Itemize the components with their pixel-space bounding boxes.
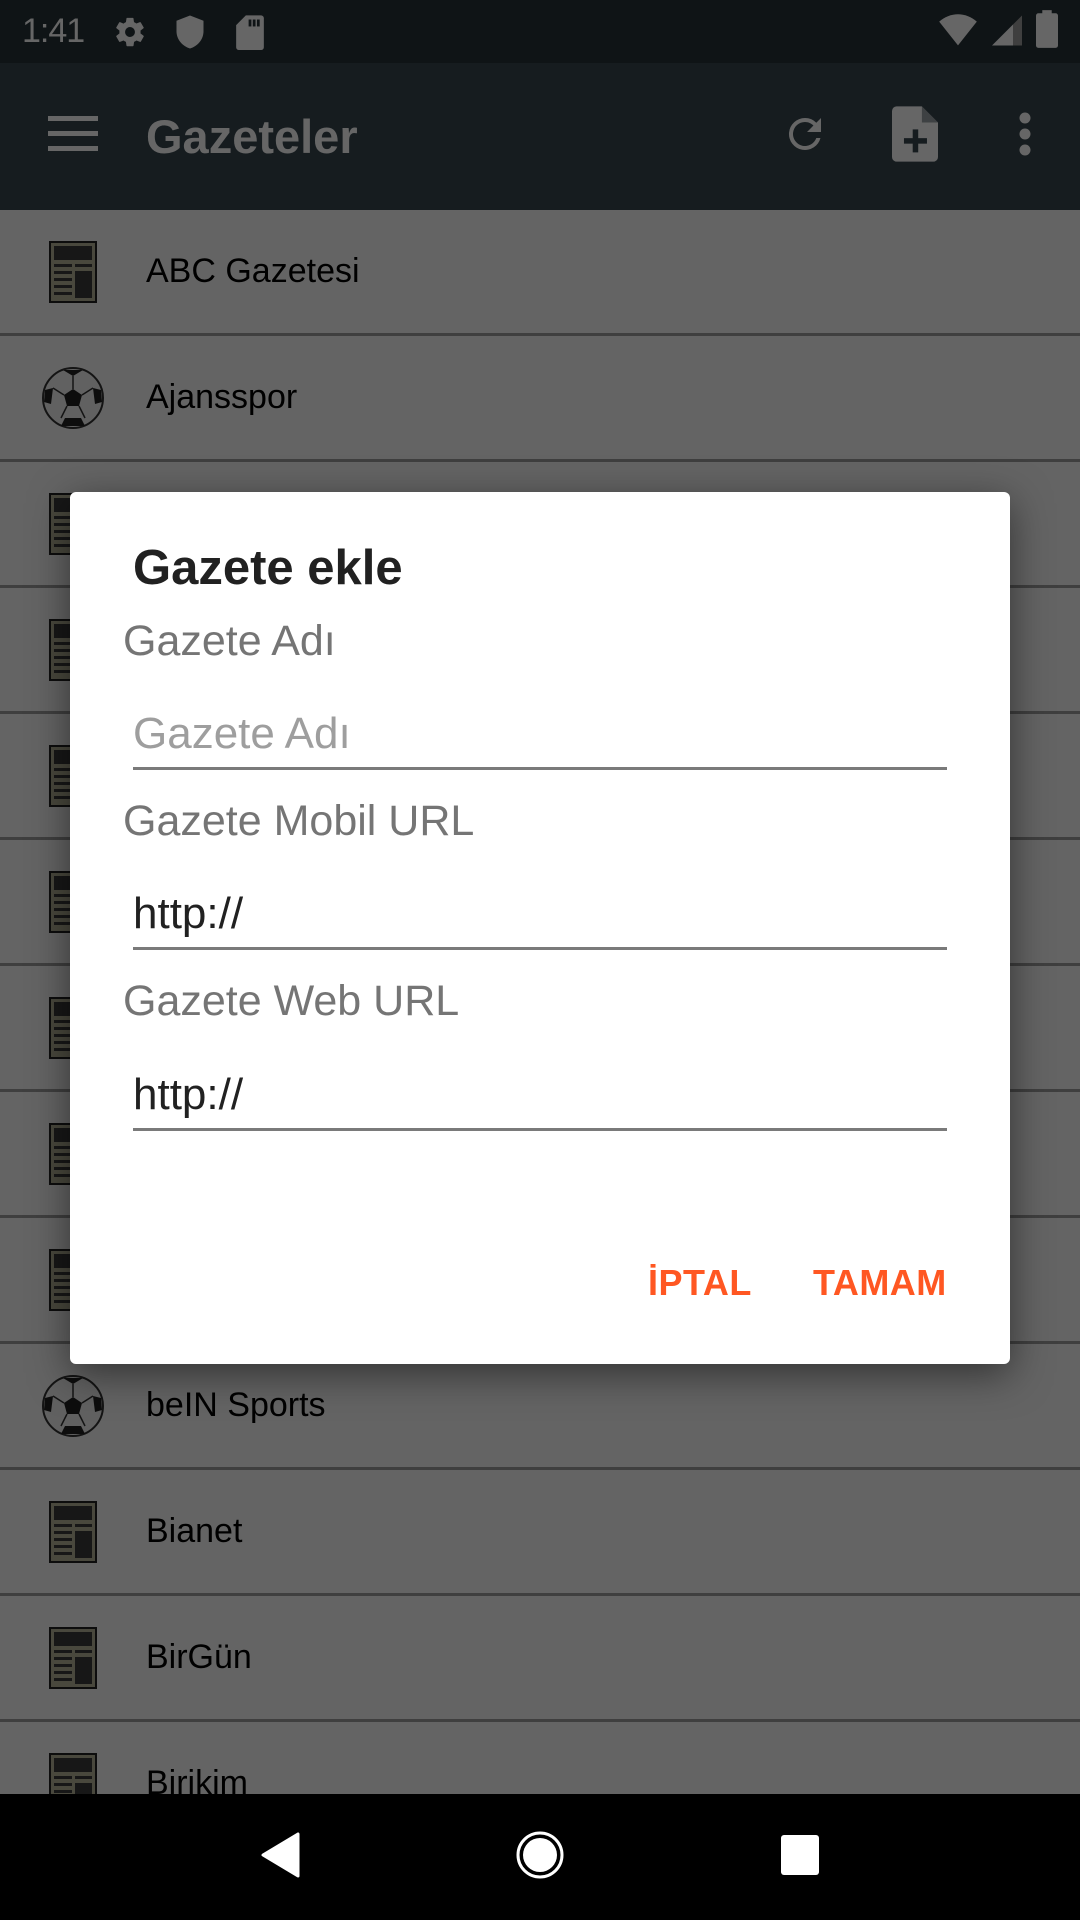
mobile-url-input[interactable] [133, 880, 947, 950]
back-icon [260, 1832, 300, 1883]
ok-button[interactable]: TAMAM [813, 1262, 947, 1304]
back-button[interactable] [225, 1807, 335, 1907]
navigation-bar [0, 1794, 1080, 1920]
recents-icon [780, 1834, 820, 1881]
mobile-url-label: Gazete Mobil URL [123, 797, 475, 845]
dialog-title: Gazete ekle [133, 541, 403, 595]
add-newspaper-dialog: Gazete ekle Gazete Adı Gazete Mobil URL … [70, 492, 1010, 1364]
web-url-input[interactable] [133, 1061, 947, 1131]
recents-button[interactable] [745, 1807, 855, 1907]
home-icon [516, 1831, 564, 1884]
cancel-button[interactable]: İPTAL [648, 1262, 752, 1304]
newspaper-name-label: Gazete Adı [123, 617, 336, 665]
web-url-label: Gazete Web URL [123, 977, 460, 1025]
home-button[interactable] [485, 1807, 595, 1907]
newspaper-name-input[interactable] [133, 700, 947, 770]
